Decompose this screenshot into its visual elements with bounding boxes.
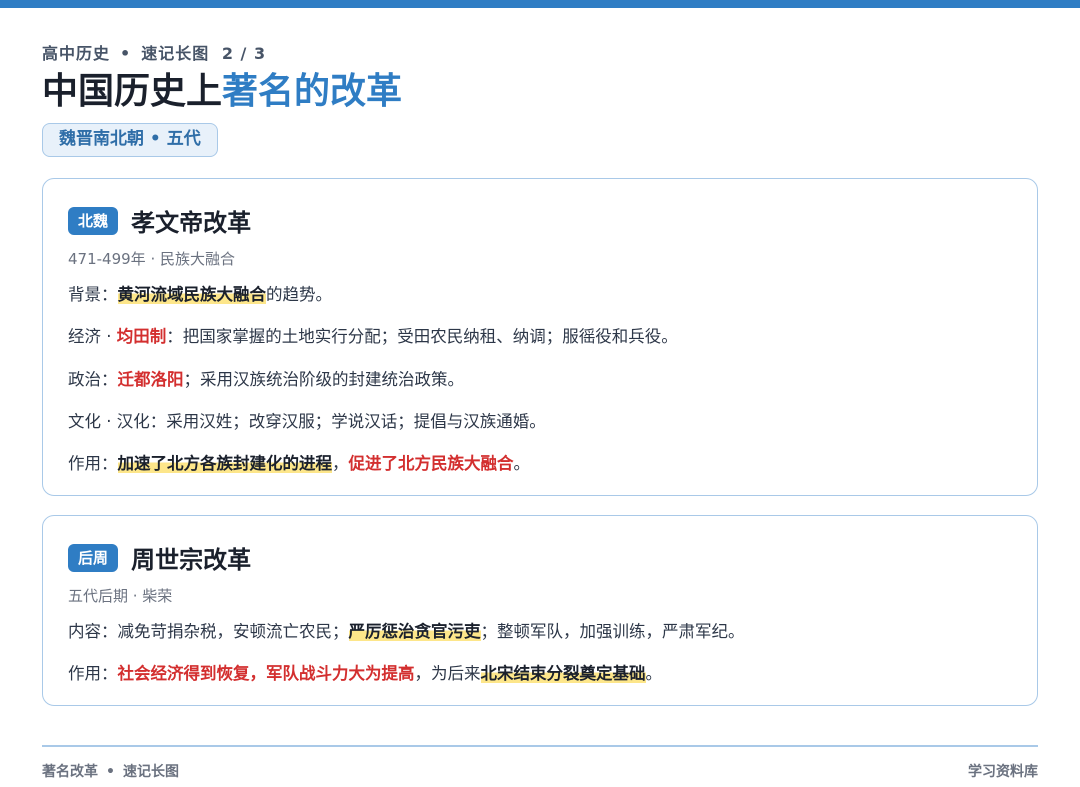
card-meta: 471-499年 · 民族大融合 [68,250,235,268]
dynasty-tag: 北魏 [68,206,119,235]
line-label: 作用： [68,664,118,683]
highlight-text: 严厉惩治贪官污吏 [348,622,481,641]
footer-topic: 著名改革 [42,764,98,780]
line-label: 背景： [68,285,118,304]
footer-source: 学习资料库 [968,764,1038,780]
highlight-text: 北宋结束分裂奠定基础 [480,664,646,683]
highlight-text: 黄河流域民族大融合 [117,285,266,304]
line-text: 。 [645,664,663,683]
dynasty-tag: 后周 [68,543,119,572]
card-header: 后周 周世宗改革 [68,540,251,576]
card-meta: 五代后期 · 柴荣 [68,587,173,605]
top-accent-bar [0,0,1080,8]
emphasis-text: 均田制 [116,327,167,346]
line-text: ：把国家掌握的土地实行分配；受田农民纳租、纳调；服徭役和兵役。 [166,327,678,346]
emphasis-text: 迁都洛阳 [117,370,184,389]
footer-divider [42,745,1038,747]
period-badge: 魏晋南北朝 • 五代 [42,123,218,157]
line-text: ， [332,454,349,473]
card-title: 周世宗改革 [131,546,252,574]
line-text: ，为后来 [414,664,481,683]
subject-label: 高中历史 [42,44,111,63]
line-label: 作用： [68,454,118,473]
line-effect: 作用：社会经济得到恢复，军队战斗力大为提高，为后来北宋结束分裂奠定基础。 [68,662,662,686]
line-culture: 文化 · 汉化：采用汉姓；改穿汉服；学说汉话；提倡与汉族通婚。 [68,410,546,434]
kicker-separator: • [120,44,132,63]
highlight-text: 加速了北方各族封建化的进程 [117,454,332,473]
line-content: 内容：减免苛捐杂税，安顿流亡农民；严厉惩治贪官污吏；整顿军队，加强训练，严肃军纪… [68,620,745,644]
title-accent: 著名的改革 [222,71,403,112]
reform-card-xiaowen: 北魏 孝文帝改革 471-499年 · 民族大融合 背景：黄河流域民族大融合的趋… [42,178,1038,496]
line-label: 政治： [68,370,118,389]
line-text: 文化 · 汉化：采用汉姓；改穿汉服；学说汉话；提倡与汉族通婚。 [68,412,546,431]
line-effect: 作用：加速了北方各族封建化的进程，促进了北方民族大融合。 [68,452,530,476]
line-text: 的趋势。 [266,285,332,304]
footer-separator: • [106,764,115,780]
emphasis-text: 社会经济得到恢复，军队战斗力大为提高 [117,664,415,683]
line-text: ；整顿军队，加强训练，严肃军纪。 [480,622,745,641]
line-text: ；采用汉族统治阶级的封建统治政策。 [183,370,465,389]
line-background: 背景：黄河流域民族大融合的趋势。 [68,283,332,307]
line-economy: 经济 · 均田制：把国家掌握的土地实行分配；受田农民纳租、纳调；服徭役和兵役。 [68,325,678,349]
reform-card-shizong: 后周 周世宗改革 五代后期 · 柴荣 内容：减免苛捐杂税，安顿流亡农民；严厉惩治… [42,515,1038,706]
line-text: 。 [513,454,531,473]
page-title: 中国历史上著名的改革 [42,68,402,116]
line-label: 经济 · [68,327,117,346]
page-indicator: 2 / 3 [221,44,267,63]
footer-caption: 著名改革 • 速记长图 [42,761,179,781]
line-politics: 政治：迁都洛阳；采用汉族统治阶级的封建统治政策。 [68,368,464,392]
emphasis-text: 促进了北方民族大融合 [348,454,514,473]
series-label: 速记长图 [141,44,210,63]
title-main: 中国历史上 [42,71,223,112]
line-label: 内容：减免苛捐杂税，安顿流亡农民； [68,622,349,641]
card-header: 北魏 孝文帝改革 [68,203,251,239]
footer-series: 速记长图 [122,764,179,780]
card-title: 孝文帝改革 [131,209,252,237]
kicker: 高中历史 • 速记长图 2 / 3 [42,40,266,64]
